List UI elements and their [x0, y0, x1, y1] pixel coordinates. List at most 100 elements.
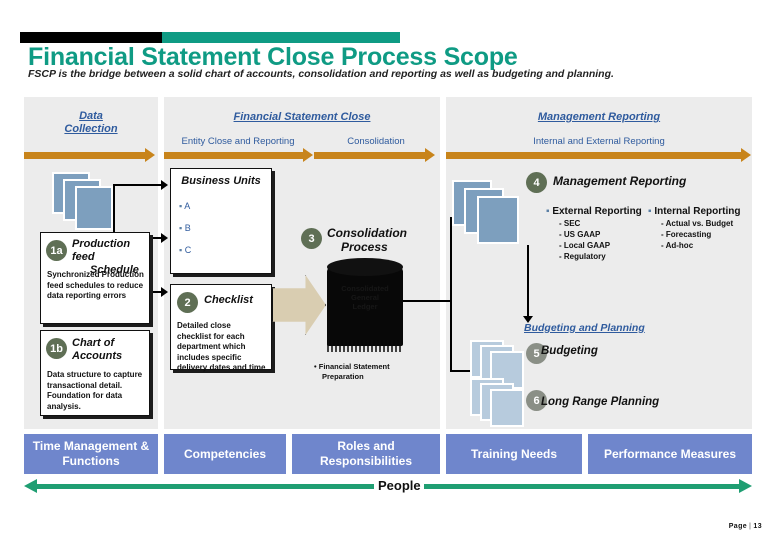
- box-chart-of-accounts-heading: Chart of Accounts: [72, 337, 146, 363]
- flow-arrow-1: [24, 148, 155, 162]
- people-box-training-needs[interactable]: Training Needs: [446, 434, 582, 474]
- document-stack-long-range-planning: [470, 378, 532, 427]
- heading-line1: Production: [72, 238, 131, 250]
- list-item: - Local GAAP: [559, 241, 611, 250]
- panel-left-title-line2: Collection: [64, 123, 118, 135]
- list-item: ▪ A: [179, 195, 265, 217]
- box-checklist[interactable]: 2 Checklist Detailed close checklist for…: [170, 284, 272, 372]
- bullet-icon: ▪: [179, 201, 183, 211]
- panel-left-title: Data Collection: [24, 110, 158, 136]
- people-box-competencies[interactable]: Competencies: [164, 434, 286, 474]
- page-sheet-front: [75, 186, 113, 230]
- heading-line2: feed: [72, 251, 95, 263]
- list-item: ▪ C: [179, 239, 265, 261]
- connector-right-down-h: [450, 370, 472, 372]
- page-subtitle: FSCP is the bridge between a solid chart…: [28, 68, 614, 80]
- document-stack-data-collection: [52, 172, 114, 230]
- label-line2: Responsibilities: [319, 454, 413, 468]
- label-line1: Time Management &: [32, 439, 150, 453]
- budgeting-planning-title: Budgeting and Planning: [524, 322, 645, 334]
- heading-line2: Process: [341, 240, 388, 254]
- badge-4: 4: [526, 172, 547, 193]
- box-chart-of-accounts-body: Data structure to capture transactional …: [47, 370, 143, 411]
- list-item: - Actual vs. Budget: [661, 219, 734, 228]
- management-reporting-heading: Management Reporting: [553, 174, 687, 188]
- box-production-feed-body: Synchronized Production feed schedules t…: [47, 270, 144, 300]
- connector-left-bottom-arrowhead: [161, 287, 168, 297]
- flow-arrow-2: [164, 148, 313, 162]
- page-title: Financial Statement Close Process Scope: [28, 43, 518, 71]
- list-item: ▪ B: [179, 217, 265, 239]
- heading-line1: Consolidation: [327, 226, 407, 240]
- business-unit-a: A: [184, 201, 191, 211]
- header-bar-black: [20, 32, 162, 43]
- heading-line1: Chart of: [72, 337, 115, 349]
- external-reporting-heading: ▪ External Reporting: [546, 205, 646, 218]
- bullet-icon: ▪: [546, 206, 550, 217]
- connector-left-mid-arrowhead: [161, 233, 168, 243]
- box-chart-of-accounts[interactable]: 1b Chart of Accounts Data structure to c…: [40, 330, 150, 416]
- panel-right-sub: Internal and External Reporting: [533, 136, 665, 147]
- page-number: Page | 13: [729, 523, 762, 530]
- budgeting-heading: Budgeting: [541, 345, 598, 357]
- people-box-roles-responsibilities[interactable]: Roles and Responsibilities: [292, 434, 440, 474]
- consolidation-heading: Consolidation Process: [327, 226, 437, 254]
- consolidation-caption: • Financial Statement Preparation: [314, 362, 432, 382]
- page-sheet-front: [477, 196, 519, 244]
- panel-mid-sub-consolidation: Consolidation: [347, 136, 405, 147]
- page-sheet-front: [490, 389, 524, 427]
- page-number-value: 13: [753, 523, 762, 530]
- bullet-icon: •: [314, 362, 317, 371]
- people-box-label: Performance Measures: [603, 446, 737, 461]
- heading-line2: Accounts: [72, 350, 123, 362]
- panel-right-title: Management Reporting: [537, 111, 661, 123]
- cylinder-label: Consolidated General Ledger: [341, 284, 389, 311]
- external-reporting-group: ▪ External Reporting - SEC - US GAAP - L…: [546, 205, 646, 262]
- label-line1: Roles and: [337, 439, 395, 453]
- list-item: - SEC: [559, 219, 581, 228]
- box-checklist-body: Detailed close checklist for each depart…: [177, 321, 266, 372]
- label-line2: Functions: [62, 454, 120, 468]
- people-box-label: Roles and Responsibilities: [320, 439, 412, 469]
- internal-reporting-heading: ▪ Internal Reporting: [648, 205, 758, 218]
- bullet-icon: ▪: [179, 245, 183, 255]
- long-range-planning-heading: Long Range Planning: [541, 396, 660, 408]
- box-production-feed[interactable]: 1a Production feed Schedule Synchronized…: [40, 232, 150, 324]
- panel-mid-title: Financial Statement Close: [233, 111, 371, 123]
- people-box-label: Time Management & Functions: [33, 439, 149, 469]
- connector-right-down-trunk: [450, 300, 452, 372]
- page-number-label: Page: [728, 523, 748, 530]
- flow-arrow-3: [314, 148, 435, 162]
- list-item: - US GAAP: [559, 230, 601, 239]
- list-item: - Ad-hoc: [661, 241, 694, 250]
- internal-reporting-label: Internal Reporting: [654, 206, 741, 217]
- external-reporting-label: External Reporting: [552, 206, 642, 217]
- slide-canvas: Financial Statement Close Process Scope …: [0, 0, 780, 540]
- caption-line2: Preparation: [322, 372, 364, 381]
- people-box-label: Training Needs: [470, 446, 558, 461]
- people-line-left: [36, 484, 374, 489]
- list-item: - Forecasting: [661, 230, 712, 239]
- connector-left-top-arrowhead: [161, 180, 168, 190]
- box-checklist-heading: Checklist: [204, 294, 253, 306]
- cylinder-shadow: [327, 340, 403, 352]
- people-label: People: [378, 478, 421, 493]
- people-box-label: Competencies: [183, 446, 267, 461]
- badge-2: 2: [177, 292, 198, 313]
- connector-cyl-right: [403, 300, 452, 302]
- bullet-icon: ▪: [648, 206, 652, 217]
- box-business-units[interactable]: Business Units ▪ A ▪ B ▪ C: [170, 168, 272, 274]
- people-arrow-right-head: [739, 479, 752, 493]
- database-cylinder-icon: Consolidated General Ledger: [327, 258, 403, 352]
- header-bar-teal: [162, 32, 400, 43]
- people-box-time-management[interactable]: Time Management & Functions: [24, 434, 158, 474]
- panel-left-title-line1: Data: [79, 110, 103, 122]
- cylinder-top: [327, 258, 403, 276]
- internal-reporting-group: ▪ Internal Reporting - Actual vs. Budget…: [648, 205, 758, 251]
- badge-1b: 1b: [46, 338, 67, 359]
- document-stack-management-reporting: [452, 180, 522, 246]
- people-box-performance-measures[interactable]: Performance Measures: [588, 434, 752, 474]
- panel-mid-sub-entity: Entity Close and Reporting: [181, 136, 295, 147]
- badge-3: 3: [301, 228, 322, 249]
- box-business-units-heading: Business Units: [181, 175, 261, 187]
